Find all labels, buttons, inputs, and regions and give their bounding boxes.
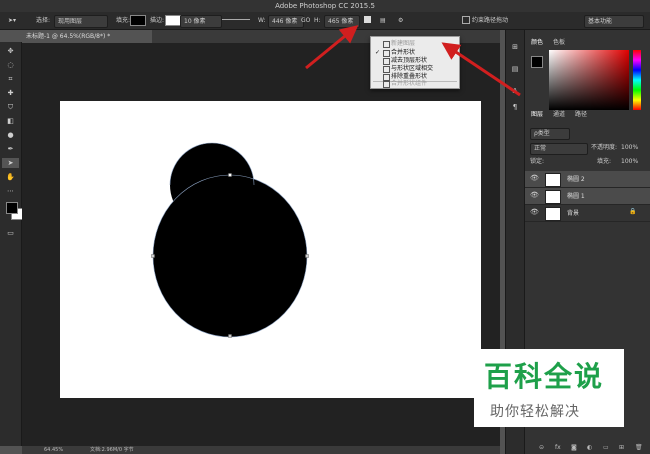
visibility-eye-icon[interactable]: 👁 xyxy=(530,191,539,199)
layer-row-ellipse-1[interactable]: 👁 椭圆 1 xyxy=(525,188,650,205)
foreground-color-swatch[interactable] xyxy=(6,202,18,214)
anchor-point-left[interactable] xyxy=(151,254,155,258)
watermark-logo: 百科全说 助你轻松解决 xyxy=(474,349,624,427)
anchor-point-bottom[interactable] xyxy=(228,334,232,338)
file-info: 文档:2.96M/0 字节 xyxy=(90,447,134,453)
visibility-eye-icon[interactable]: 👁 xyxy=(530,208,539,216)
layer-style-icon[interactable]: fx xyxy=(555,442,561,454)
tab-color[interactable]: 颜色 xyxy=(531,38,543,48)
anchor-point-top[interactable] xyxy=(228,173,232,177)
layer-name: 椭圆 2 xyxy=(567,176,585,183)
new-group-icon[interactable]: ▭ xyxy=(603,442,609,454)
layer-name: 背景 xyxy=(567,210,580,217)
lock-icon: 🔒 xyxy=(629,208,637,215)
visibility-eye-icon[interactable]: 👁 xyxy=(530,174,539,182)
layers-footer: ⊝ fx ◙ ◐ ▭ ⊞ 🗑 xyxy=(525,442,650,454)
opacity-value[interactable]: 100% xyxy=(621,143,638,153)
new-layer-icon[interactable]: ⊞ xyxy=(619,442,624,454)
layer-thumbnail xyxy=(545,207,561,221)
delete-layer-icon[interactable]: 🗑 xyxy=(635,442,643,454)
tab-swatches[interactable]: 色板 xyxy=(553,38,565,48)
zoom-value[interactable]: 64.45% xyxy=(44,446,63,454)
link-layers-icon[interactable]: ⊝ xyxy=(539,442,544,454)
layer-filter-dropdown[interactable]: ρ类型 xyxy=(530,128,570,140)
blend-mode-dropdown[interactable]: 正常 xyxy=(530,143,588,155)
watermark-sub-text: 助你轻松解决 xyxy=(490,404,580,420)
add-mask-icon[interactable]: ◙ xyxy=(571,442,577,454)
status-bar: 64.45% 文档:2.96M/0 字节 xyxy=(22,446,500,454)
new-layer-icon xyxy=(383,41,390,48)
anchor-point-right[interactable] xyxy=(305,254,309,258)
adjustment-layer-icon[interactable]: ◐ xyxy=(587,442,592,454)
fill-value[interactable]: 100% xyxy=(621,157,638,167)
history-icon[interactable]: ⊞ xyxy=(510,42,520,52)
layer-thumbnail xyxy=(545,173,561,187)
menu-item-new-layer[interactable]: 新建图层 xyxy=(371,39,459,48)
path-operations-menu: 新建图层 ✓ 合并形状 减去顶层形状 与形状区域相交 排除重叠形状 合并形状组件 xyxy=(370,36,460,89)
lock-label: 锁定: xyxy=(530,158,545,165)
properties-icon[interactable]: ▤ xyxy=(510,64,520,74)
layer-thumbnail xyxy=(545,190,561,204)
layer-row-ellipse-2[interactable]: 👁 椭圆 2 xyxy=(525,171,650,188)
ellipse-1-shape[interactable] xyxy=(153,175,307,337)
layer-name: 椭圆 1 xyxy=(567,193,585,200)
hue-slider[interactable] xyxy=(633,50,641,110)
fill-label-panel: 填充: xyxy=(597,158,612,165)
tab-layers[interactable]: 图层 xyxy=(531,110,543,120)
paragraph-icon[interactable]: ¶ xyxy=(510,102,520,112)
watermark-main-text: 百科全说 xyxy=(484,360,605,393)
tab-paths[interactable]: 路径 xyxy=(575,110,587,120)
opacity-label: 不透明度: xyxy=(591,144,618,151)
layer-row-background[interactable]: 👁 背景 🔒 xyxy=(525,205,650,222)
menu-item-merge-components[interactable]: 合并形状组件 xyxy=(371,79,459,88)
tab-channels[interactable]: 通道 xyxy=(553,110,565,120)
adjustments-icon[interactable]: A xyxy=(510,86,520,96)
color-panel-foreground[interactable] xyxy=(531,56,543,68)
color-picker-field[interactable] xyxy=(549,50,629,110)
merge-components-icon xyxy=(383,81,390,88)
